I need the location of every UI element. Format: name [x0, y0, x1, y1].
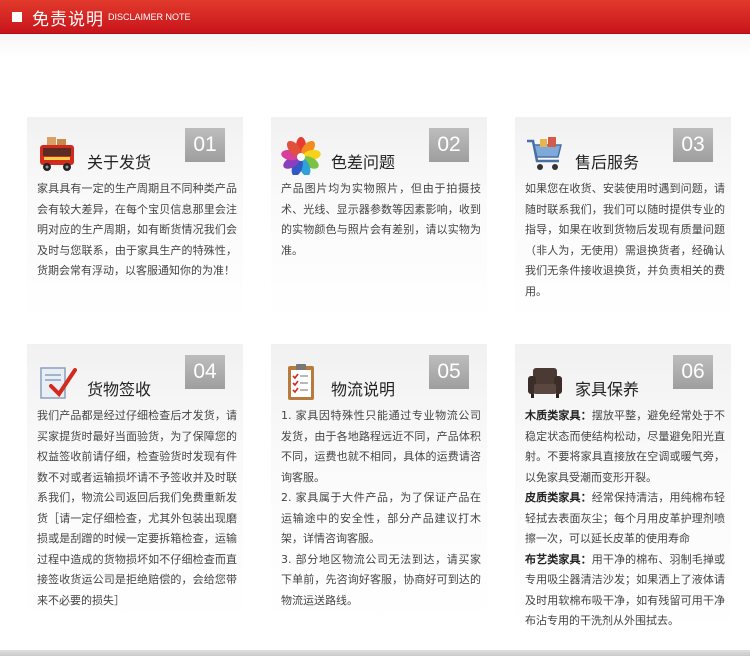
card-number-badge: 06	[673, 355, 713, 389]
square-bullet-icon	[12, 12, 22, 22]
clipboard-checklist-icon	[281, 362, 321, 402]
shopping-cart-icon	[525, 135, 565, 175]
care-label: 皮质类家具：	[525, 491, 592, 504]
logistics-note-2: 2. 家具属于大件产品，为了保证产品在运输途中的安全性，部分产品建议打木架，详情…	[281, 491, 481, 545]
logistics-note-3: 3. 部分地区物流公司无法到达，请买家下单前，先咨询好客服，协商好可到达的物流运…	[281, 552, 481, 607]
card-title: 货物签收	[87, 380, 152, 399]
card-delivery: 关于发货 01 家具具有一定的生产周期且不同种类产品会有较大差异，在每个宝贝信息…	[27, 117, 243, 323]
card-number-badge: 04	[185, 355, 225, 389]
card-receipt: 货物签收 04 我们产品都是经过仔细检查后才发货，请买家提货时最好当面验货，为了…	[27, 344, 243, 624]
card-logistics: 物流说明 05 1. 家具因特殊性只能通过专业物流公司发货，由于各地路程远近不同…	[271, 344, 487, 624]
care-label: 木质类家具：	[525, 409, 592, 422]
card-description: 木质类家具：摆放平整，避免经常处于不稳定状态而使结构松动，尽量避免阳光直射。不要…	[525, 406, 725, 632]
card-number-badge: 05	[429, 355, 469, 389]
footer-divider	[0, 650, 750, 656]
logistics-note-1: 1. 家具因特殊性只能通过专业物流公司发货，由于各地路程远近不同，产品体积不同，…	[281, 409, 481, 484]
card-description: 产品图片均为实物照片，但由于拍摄技术、光线、显示器参数等因素影响，收到的实物颜色…	[281, 182, 481, 257]
care-leather: 皮质类家具：经常保持清洁，用纯棉布轻轻拭去表面灰尘；每个月用皮革护理剂喷擦一次，…	[525, 488, 725, 550]
signature-check-icon	[37, 362, 77, 402]
page-title: 免责说明	[32, 10, 104, 30]
card-description: 我们产品都是经过仔细检查后才发货，请买家提货时最好当面验货，为了保障您的权益签收…	[37, 409, 237, 607]
card-description: 家具具有一定的生产周期且不同种类产品会有较大差异，在每个宝贝信息那里会注明对应的…	[37, 182, 237, 277]
card-title: 色差问题	[331, 153, 396, 172]
card-title: 售后服务	[575, 153, 640, 172]
card-description: 如果您在收货、安装使用时遇到问题，请随时联系我们，我们可以随时提供专业的指导，如…	[525, 182, 725, 298]
card-title: 家具保养	[575, 380, 640, 399]
card-title: 关于发货	[87, 153, 152, 172]
header-banner: 免责说明 DISCLAIMER NOTE	[0, 0, 750, 34]
card-description: 1. 家具因特殊性只能通过专业物流公司发货，由于各地路程远近不同，产品体积不同，…	[281, 406, 481, 611]
color-palette-icon	[281, 135, 321, 176]
page-subtitle: DISCLAIMER NOTE	[108, 12, 191, 22]
card-furniture-care: 家具保养 06 木质类家具：摆放平整，避免经常处于不稳定状态而使结构松动，尽量避…	[515, 344, 731, 634]
card-title: 物流说明	[331, 380, 396, 399]
care-fabric: 布艺类家具：用干净的棉布、羽制毛掸或专用吸尘器清洁沙发；如果洒上了液体请及时用软…	[525, 550, 725, 632]
card-number-badge: 02	[429, 128, 469, 162]
card-color-difference: 色差问题 02 产品图片均为实物照片，但由于拍摄技术、光线、显示器参数等因素影响…	[271, 117, 487, 323]
header-shadow	[0, 34, 750, 58]
care-wood: 木质类家具：摆放平整，避免经常处于不稳定状态而使结构松动，尽量避免阳光直射。不要…	[525, 406, 725, 488]
card-after-sales: 售后服务 03 如果您在收货、安装使用时遇到问题，请随时联系我们，我们可以随时提…	[515, 117, 731, 323]
care-label: 布艺类家具：	[525, 552, 592, 566]
card-number-badge: 01	[185, 128, 225, 162]
card-number-badge: 03	[673, 128, 713, 162]
delivery-truck-icon	[37, 135, 77, 175]
armchair-icon	[525, 362, 565, 402]
